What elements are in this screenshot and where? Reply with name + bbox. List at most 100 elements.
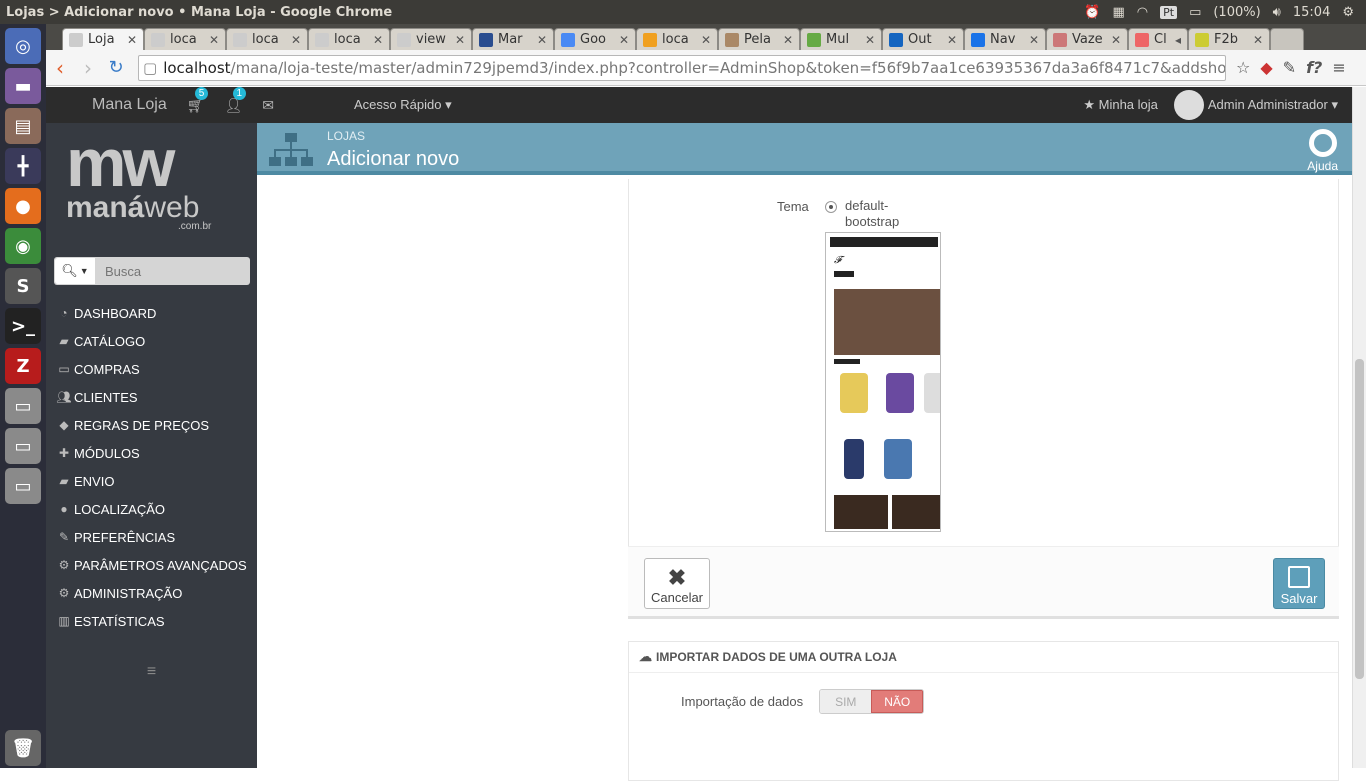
close-icon[interactable]: ✕ (947, 33, 957, 47)
trash-icon[interactable]: 🗑︎ (5, 730, 41, 766)
chrome-icon[interactable]: ◉ (5, 228, 41, 264)
browser-tab[interactable]: Mul ✕ (800, 28, 882, 50)
terminal-icon[interactable]: >_ (5, 308, 41, 344)
close-icon[interactable]: ✕ (127, 33, 137, 47)
theme-radio[interactable] (825, 201, 837, 213)
reload-icon[interactable]: ↻ (102, 57, 130, 78)
cart-icon[interactable]: 🛒︎ 5 (187, 86, 209, 114)
browser-tab[interactable]: Goo ✕ (554, 28, 636, 50)
quick-access-dropdown[interactable]: Acesso Rápido ▾ (354, 97, 452, 113)
browser-tab[interactable]: Nav ✕ (964, 28, 1046, 50)
close-icon[interactable]: ✕ (701, 33, 711, 47)
drive-icon[interactable]: ▭ (5, 468, 41, 504)
shop-name[interactable]: Mana Loja (92, 96, 167, 114)
search-type-button[interactable]: 🔍︎ ▼ (55, 258, 95, 284)
browser-tab[interactable]: view ✕ (390, 28, 472, 50)
logo[interactable]: mw manáweb .com.br (46, 123, 257, 243)
close-icon[interactable]: ✕ (1111, 33, 1121, 47)
clock[interactable]: 15:04 (1293, 5, 1330, 20)
browser-tab[interactable]: Pela ✕ (718, 28, 800, 50)
close-icon[interactable]: ✕ (1253, 33, 1263, 47)
menu-icon[interactable]: ≡ (1332, 58, 1345, 77)
wifi-icon[interactable]: ◠ (1137, 5, 1148, 20)
switch-option-yes[interactable]: SIM (820, 690, 872, 713)
browser-tab[interactable]: Mar ✕ (472, 28, 554, 50)
browser-tab[interactable]: Out ✕ (882, 28, 964, 50)
switch-option-no[interactable]: NÃO (871, 690, 923, 713)
cart-badge: 5 (194, 86, 209, 100)
browser-tab[interactable]: Loja ✕ (62, 28, 144, 50)
browser-tab[interactable]: loca ✕ (144, 28, 226, 50)
sidebar-item-catalog[interactable]: ▰ CATÁLOGO (46, 327, 257, 355)
grid-icon[interactable]: ▦ (1112, 5, 1124, 20)
close-icon[interactable]: ✕ (373, 33, 383, 47)
battery-icon[interactable]: ▭ (1189, 5, 1201, 20)
page-scrollbar[interactable] (1352, 87, 1366, 768)
theme-name[interactable]: default-bootstrap (845, 198, 915, 230)
volume-icon[interactable]: 🔊︎ (1273, 5, 1281, 20)
url-bar[interactable]: ▢ localhost/mana/loja-teste/master/admin… (138, 54, 1226, 81)
sidebar-item-administration[interactable]: ⚙ ADMINISTRAÇÃO (46, 579, 257, 607)
save-button[interactable]: Salvar (1273, 558, 1325, 609)
cancel-button[interactable]: ✖ Cancelar (644, 558, 710, 609)
browser-tab[interactable]: F2b ✕ (1188, 28, 1270, 50)
sidebar-item-customers[interactable]: 👥︎ CLIENTES (46, 383, 257, 411)
sidebar-item-preferences[interactable]: ✎ PREFERÊNCIAS (46, 523, 257, 551)
sidebar-item-modules[interactable]: ✚ MÓDULOS (46, 439, 257, 467)
close-icon[interactable]: ✕ (783, 33, 793, 47)
sidebar-item-dashboard[interactable]: ◔ DASHBOARD (46, 299, 257, 327)
back-icon[interactable]: ‹ (46, 56, 74, 80)
firefox-icon[interactable]: ● (5, 188, 41, 224)
workspace-icon[interactable]: ▬ (5, 68, 41, 104)
files-icon[interactable]: ▤ (5, 108, 41, 144)
close-icon[interactable]: ✕ (1029, 33, 1039, 47)
sidebar-item-localization[interactable]: ● LOCALIZAÇÃO (46, 495, 257, 523)
help-button[interactable]: Ajuda (1307, 129, 1338, 173)
browser-tab[interactable]: Vaze ✕ (1046, 28, 1128, 50)
dash-home-icon[interactable]: ◎ (5, 28, 41, 64)
scrollbar-thumb[interactable] (1355, 359, 1364, 679)
theme-preview-image[interactable]: 𝓕 (825, 232, 941, 532)
close-icon[interactable]: ✕ (291, 33, 301, 47)
eyedropper-icon[interactable]: ✎ (1283, 58, 1296, 77)
power-icon[interactable]: ⚙ (1342, 5, 1354, 20)
browser-tab[interactable]: Cl ◂ (1128, 28, 1188, 50)
sidebar-item-shipping[interactable]: ▰ ENVIO (46, 467, 257, 495)
browser-tab[interactable]: loca ✕ (226, 28, 308, 50)
page-icon (151, 32, 165, 47)
avatar[interactable] (1173, 90, 1204, 120)
speaker-icon[interactable]: ◂ (1175, 33, 1181, 47)
search-input[interactable] (105, 263, 245, 279)
function-icon[interactable]: f? (1306, 58, 1322, 77)
my-shop-link[interactable]: ★ Minha loja (1083, 97, 1158, 113)
keyboard-layout-indicator[interactable]: Pt (1160, 5, 1178, 19)
breadcrumb[interactable]: LOJAS (327, 129, 365, 143)
dashboard-icon: ◔ (60, 306, 68, 320)
user-icon[interactable]: 👤︎ 1 (225, 86, 247, 114)
bookmark-star-icon[interactable]: ☆ (1236, 58, 1250, 77)
sidebar-item-statistics[interactable]: ▥ ESTATÍSTICAS (46, 607, 257, 635)
drive-icon[interactable]: ▭ (5, 388, 41, 424)
browser-tab[interactable]: loca ✕ (636, 28, 718, 50)
forward-icon[interactable]: › (74, 56, 102, 80)
envelope-icon[interactable]: ✉ (262, 97, 274, 114)
sidebar-item-advanced-parameters[interactable]: ⚙ PARÂMETROS AVANÇADOS (46, 551, 257, 579)
workspaces-switcher-icon[interactable]: ╋ (5, 148, 41, 184)
new-tab-button[interactable] (1270, 28, 1304, 50)
close-icon[interactable]: ✕ (209, 33, 219, 47)
close-icon[interactable]: ✕ (537, 33, 547, 47)
alarm-clock-icon[interactable]: ⏰ (1084, 5, 1100, 20)
browser-tab[interactable]: loca ✕ (308, 28, 390, 50)
drive-icon[interactable]: ▭ (5, 428, 41, 464)
import-data-switch[interactable]: SIM NÃO (819, 689, 924, 714)
close-icon[interactable]: ✕ (455, 33, 465, 47)
collapse-menu-icon[interactable]: ≡ (46, 663, 257, 681)
admin-menu[interactable]: Admin Administrador ▾ (1208, 97, 1338, 113)
sidebar-item-orders[interactable]: ▭ COMPRAS (46, 355, 257, 383)
close-icon[interactable]: ✕ (619, 33, 629, 47)
filezilla-icon[interactable]: Z (5, 348, 41, 384)
extension-3d-icon[interactable]: ◆ (1260, 58, 1272, 77)
sublime-text-icon[interactable]: S (5, 268, 41, 304)
sidebar-item-price-rules[interactable]: ◆ REGRAS DE PREÇOS (46, 411, 257, 439)
close-icon[interactable]: ✕ (865, 33, 875, 47)
